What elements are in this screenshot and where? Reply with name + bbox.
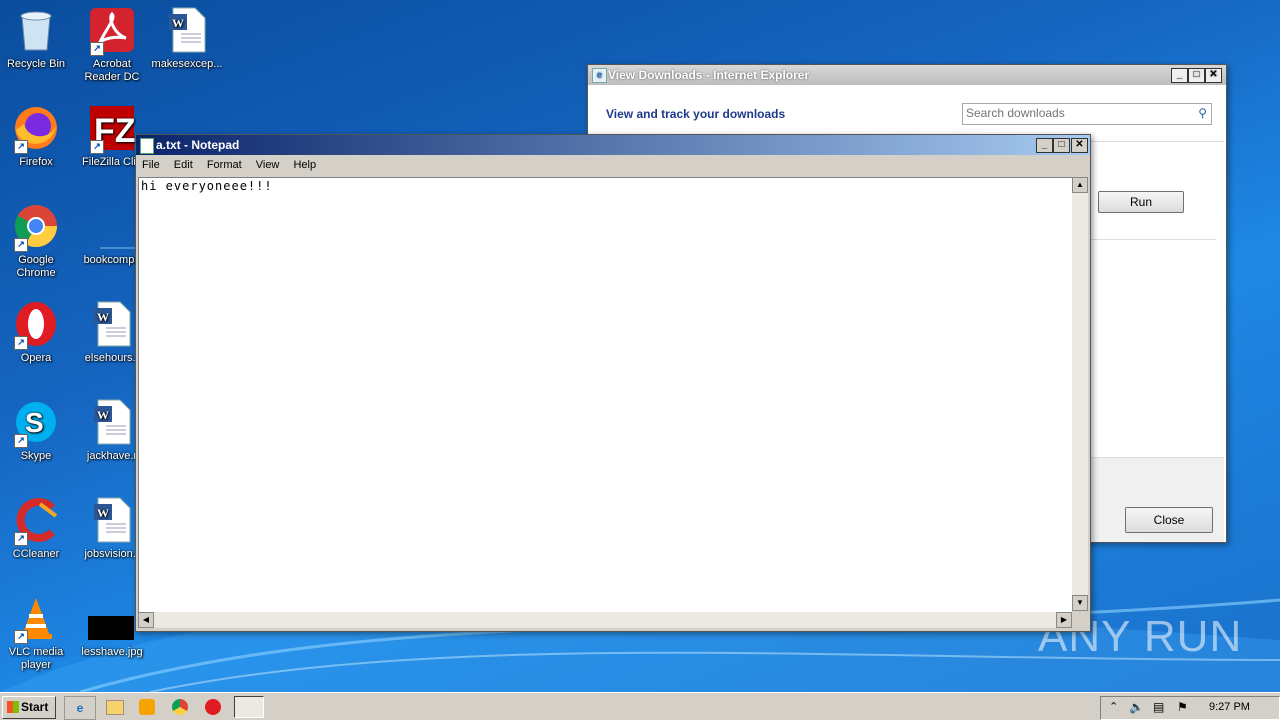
search-icon[interactable]: ⚲ <box>1198 106 1207 120</box>
skype-icon: S ↗ <box>12 398 60 448</box>
scroll-up-button[interactable]: ▲ <box>1072 177 1088 193</box>
desktop-icon-label: Opera <box>20 352 52 364</box>
taskbar: Start e ⌃ 🔈 ▤ ⚑ 9:27 PM <box>0 692 1280 720</box>
close-window-button[interactable]: ✕ <box>1071 138 1088 153</box>
desktop-icon-label: CCleaner <box>12 548 60 560</box>
windows-logo-icon <box>7 701 19 713</box>
vlc-icon: ↗ <box>12 594 60 644</box>
opera-icon: ↗ <box>12 300 60 350</box>
desktop-icon-label: makesexcep... <box>151 58 223 70</box>
desktop-icon-chrome[interactable]: ↗ Google Chrome <box>0 202 72 280</box>
svg-text:W: W <box>97 310 109 324</box>
maximize-button[interactable]: □ <box>1053 138 1070 153</box>
desktop-icon-label: VLC media player <box>8 646 64 671</box>
scroll-right-button[interactable]: ▶ <box>1056 612 1072 628</box>
notepad-text-area[interactable]: hi everyoneee!!! <box>138 177 1072 612</box>
desktop-icon-firefox[interactable]: ↗ Firefox <box>0 104 72 169</box>
word-document-icon: W <box>163 6 211 54</box>
horizontal-scrollbar[interactable]: ◀ ▶ <box>138 612 1072 628</box>
maximize-button[interactable]: □ <box>1188 68 1205 83</box>
desktop-icon-recycle-bin[interactable]: Recycle Bin <box>0 6 72 71</box>
notepad-window[interactable]: a.txt - Notepad _ □ ✕ File Edit Format V… <box>135 134 1091 632</box>
svg-text:W: W <box>97 408 109 422</box>
ie-icon[interactable]: e <box>64 696 96 720</box>
downloads-titlebar[interactable]: e View Downloads - Internet Explorer _ □… <box>588 65 1226 85</box>
menu-file[interactable]: File <box>142 159 160 171</box>
svg-text:W: W <box>172 16 184 30</box>
file-icon <box>88 202 136 250</box>
desktop-icon-label: Recycle Bin <box>6 58 66 70</box>
network-icon[interactable]: ▤ <box>1153 700 1164 714</box>
explorer-icon[interactable] <box>106 700 124 715</box>
ie-icon: e <box>592 68 607 83</box>
notepad-titlebar[interactable]: a.txt - Notepad _ □ ✕ <box>136 135 1090 155</box>
acrobat-icon: ↗ <box>88 6 136 56</box>
notepad-title: a.txt - Notepad <box>156 138 240 152</box>
word-document-icon: W <box>88 300 136 348</box>
chrome-icon[interactable] <box>172 699 188 715</box>
desktop-icon-vlc[interactable]: ↗ VLC media player <box>0 594 72 672</box>
search-input[interactable] <box>963 104 1189 122</box>
run-button[interactable]: Run <box>1098 191 1184 213</box>
chrome-icon: ↗ <box>12 202 60 252</box>
desktop-icon-acrobat[interactable]: ↗ Acrobat Reader DC <box>76 6 148 84</box>
menu-view[interactable]: View <box>256 159 280 171</box>
firefox-icon: ↗ <box>12 104 60 154</box>
desktop-icon-label: jackhave.r <box>86 450 138 462</box>
scroll-left-button[interactable]: ◀ <box>138 612 154 628</box>
desktop-icon-label: Google Chrome <box>16 254 56 279</box>
desktop-icon-ccleaner[interactable]: ↗ CCleaner <box>0 496 72 561</box>
start-button[interactable]: Start <box>2 696 56 719</box>
desktop-icon-label: Acrobat Reader DC <box>84 58 140 83</box>
notepad-taskbar-button[interactable] <box>234 696 264 718</box>
show-hidden-icons-icon[interactable]: ⌃ <box>1109 700 1118 713</box>
notepad-menubar: File Edit Format View Help <box>136 155 1090 175</box>
image-file-icon <box>88 594 136 642</box>
menu-edit[interactable]: Edit <box>174 159 193 171</box>
desktop-icon-makesexcep[interactable]: W makesexcep... <box>151 6 223 71</box>
desktop-icon-skype[interactable]: S ↗ Skype <box>0 398 72 463</box>
recycle-bin-icon <box>12 6 60 54</box>
downloads-heading: View and track your downloads <box>606 107 786 121</box>
media-player-icon[interactable] <box>139 699 155 715</box>
svg-text:W: W <box>97 506 109 520</box>
notepad-content: hi everyoneee!!! <box>141 179 273 193</box>
ccleaner-icon: ↗ <box>12 496 60 546</box>
close-button[interactable]: Close <box>1125 507 1213 533</box>
word-document-icon: W <box>88 398 136 446</box>
opera-icon[interactable] <box>205 699 221 715</box>
desktop-icon-label: Firefox <box>19 156 53 168</box>
action-center-flag-icon[interactable]: ⚑ <box>1177 700 1188 714</box>
downloads-title: View Downloads - Internet Explorer <box>608 68 810 82</box>
vertical-scrollbar[interactable]: ▲ ▼ <box>1072 177 1088 611</box>
close-window-button[interactable]: ✕ <box>1205 68 1222 83</box>
filezilla-icon: FZ ↗ <box>88 104 136 154</box>
desktop-icon-label: bookcompa <box>83 254 141 266</box>
desktop-icon-label: jobsvision.r <box>84 548 140 560</box>
desktop-icon-opera[interactable]: ↗ Opera <box>0 300 72 365</box>
desktop-icon-label: elsehours.r <box>84 352 140 364</box>
clock[interactable]: 9:27 PM <box>1209 701 1250 713</box>
minimize-button[interactable]: _ <box>1171 68 1188 83</box>
scroll-down-button[interactable]: ▼ <box>1072 595 1088 611</box>
size-grip-icon[interactable] <box>1073 613 1088 628</box>
desktop-icon-label: Skype <box>20 450 52 462</box>
menu-help[interactable]: Help <box>293 159 316 171</box>
desktop-icon-label: lesshave.jpg <box>81 646 143 658</box>
system-tray: ⌃ 🔈 ▤ ⚑ 9:27 PM <box>1100 696 1280 720</box>
volume-icon[interactable]: 🔈 <box>1129 700 1144 714</box>
search-downloads-field[interactable]: ⚲ <box>962 103 1212 125</box>
notepad-icon <box>140 138 154 154</box>
minimize-button[interactable]: _ <box>1036 138 1053 153</box>
word-document-icon: W <box>88 496 136 544</box>
menu-format[interactable]: Format <box>207 159 242 171</box>
desktop-icon-label: FileZilla Clie <box>82 156 142 168</box>
